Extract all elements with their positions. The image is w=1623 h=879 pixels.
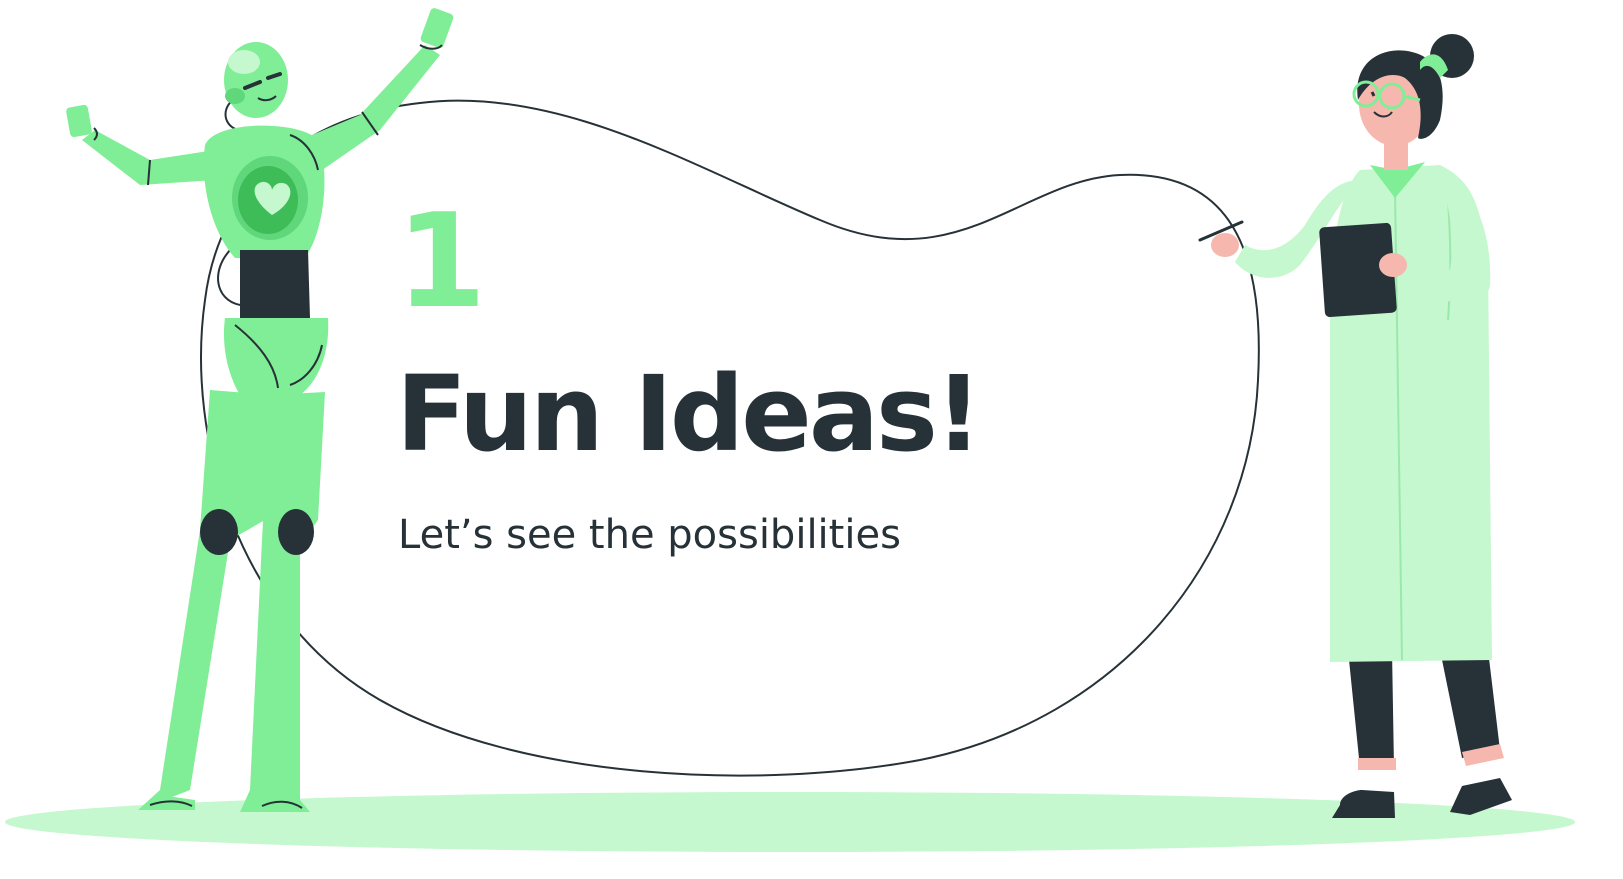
- slide-subtitle: Let’s see the possibilities: [398, 512, 901, 558]
- scientist-illustration: [1198, 34, 1512, 818]
- slide-canvas: 1 Fun Ideas! Let’s see the possibilities: [0, 0, 1623, 879]
- slide-title: Fun Ideas!: [396, 353, 982, 475]
- slide-number: 1: [396, 185, 486, 337]
- ground-shadow: [5, 792, 1575, 852]
